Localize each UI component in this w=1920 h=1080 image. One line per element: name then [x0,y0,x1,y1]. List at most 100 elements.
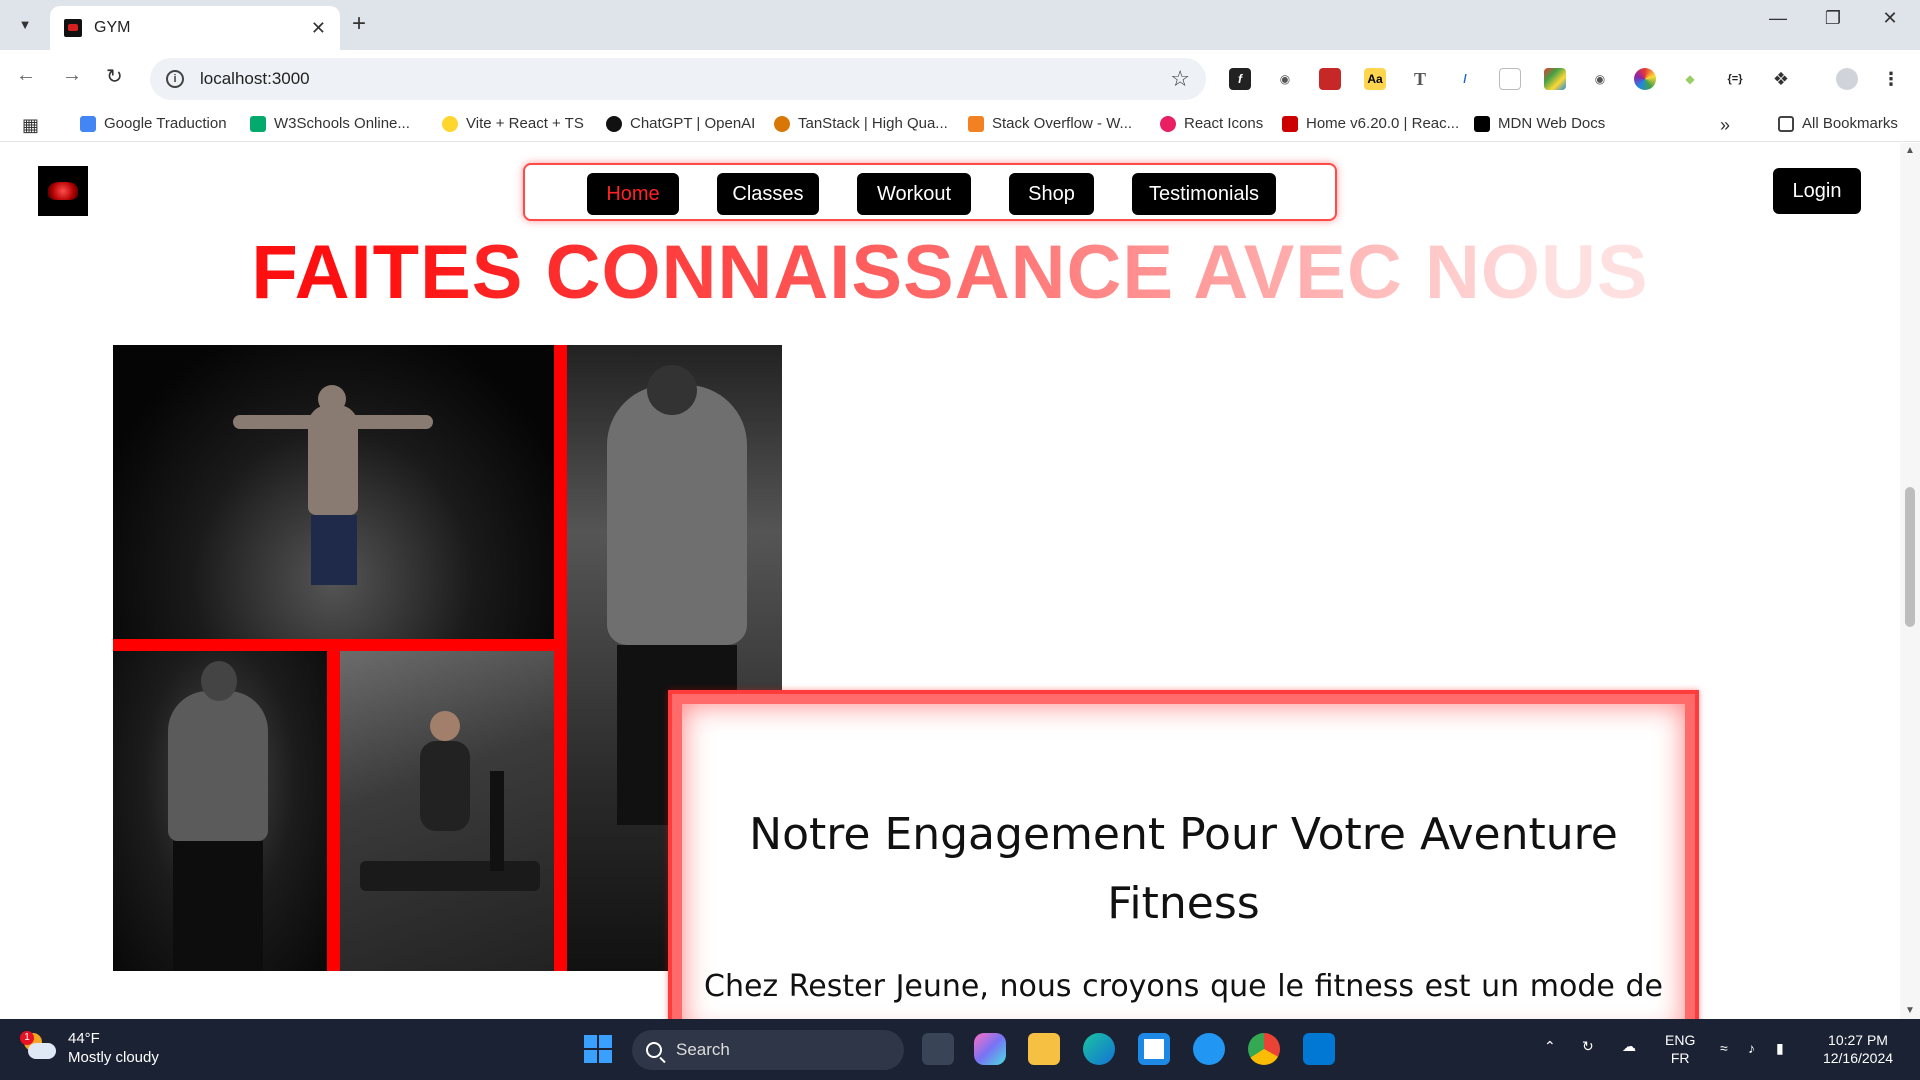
taskbar-search-label: Search [676,1040,730,1059]
react-router-icon [1282,115,1298,132]
extension-json-icon[interactable]: {=} [1724,68,1746,90]
react-icons-icon [1160,115,1176,132]
bookmark-mdn[interactable]: MDN Web Docs [1474,115,1605,132]
nav-home[interactable]: Home [587,173,679,215]
extension-bug-icon[interactable]: ◉ [1274,68,1296,90]
microsoft-store-icon[interactable] [1138,1033,1170,1065]
stackoverflow-icon [968,115,984,132]
scroll-thumb[interactable] [1905,487,1915,627]
bookmark-stackoverflow[interactable]: Stack Overflow - W... [968,115,1132,132]
nav-shop[interactable]: Shop [1009,173,1094,215]
taskbar-search[interactable]: Search [632,1030,904,1070]
edge-browser-icon[interactable] [1083,1033,1115,1065]
windows-taskbar: 1 44°F Mostly cloudy Search ⌃ ↻ ☁ ENG FR… [0,1019,1920,1080]
bookmark-star-icon[interactable]: ☆ [1170,66,1190,92]
extension-text-icon[interactable]: T [1409,68,1431,90]
weather-desc: Mostly cloudy [68,1049,159,1066]
clock[interactable]: 10:27 PM 12/16/2024 [1810,1031,1906,1067]
cloudy-weather-icon: 1 [20,1031,56,1063]
extension-diamond-icon[interactable]: ◆ [1679,68,1701,90]
address-bar[interactable]: i localhost:3000 ☆ [150,58,1206,100]
tanstack-icon [774,115,790,132]
back-arrow-icon[interactable]: ← [16,64,36,87]
browser-menu-icon[interactable]: ⋮ [1880,68,1902,90]
mdn-icon [1474,115,1490,132]
bookmark-react-icons[interactable]: React Icons [1160,115,1263,132]
extension-colorful-icon[interactable] [1544,68,1566,90]
logo-emblem-icon [48,182,78,200]
language-indicator[interactable]: ENG FR [1665,1031,1695,1067]
bookmark-vite[interactable]: Vite + React + TS [442,115,584,132]
apps-grid-icon[interactable]: ▦ [22,115,39,136]
engagement-title: Notre Engagement Pour Votre Aventure Fit… [749,809,1618,929]
battery-icon[interactable]: ▮ [1776,1039,1784,1057]
vscode-icon[interactable] [1303,1033,1335,1065]
extension-colorwheel-icon[interactable] [1634,68,1656,90]
tab-title: GYM [94,19,131,36]
extension-fx-icon[interactable]: f [1229,68,1251,90]
photo-flex-pose [113,651,327,971]
show-hidden-icons-chevron[interactable]: ⌃ [1544,1037,1556,1055]
openai-icon [606,115,622,132]
weather-widget[interactable]: 1 44°F Mostly cloudy [20,1029,159,1067]
weather-temp: 44°F [68,1030,100,1047]
new-tab-button[interactable]: + [352,10,366,38]
vite-icon [442,115,458,132]
login-button[interactable]: Login [1773,168,1861,214]
file-explorer-icon[interactable] [1028,1033,1060,1065]
hero-title: FAITES CONNAISSANCE AVEC NOUS [0,229,1900,316]
folder-icon [1778,115,1794,132]
engagement-text: Chez Rester Jeune, nous croyons que le f… [704,969,1663,1004]
bookmark-chatgpt[interactable]: ChatGPT | OpenAI [606,115,755,132]
windows-start-icon[interactable] [584,1035,612,1063]
photo-treadmill [340,651,554,971]
nav-testimonials[interactable]: Testimonials [1132,173,1276,215]
all-bookmarks-folder[interactable]: All Bookmarks [1778,115,1898,132]
extension-dictionary-icon[interactable]: Aa [1364,68,1386,90]
w3schools-icon [250,115,266,132]
restore-window-button[interactable]: ❐ [1813,8,1853,29]
task-view-icon[interactable] [922,1033,954,1065]
nav-classes[interactable]: Classes [717,173,819,215]
minimize-window-button[interactable]: — [1758,8,1798,29]
tab-search-button[interactable]: ▼ [10,9,40,39]
page-scrollbar[interactable]: ▲ ▼ [1900,143,1920,1019]
profile-avatar-icon[interactable] [1836,68,1858,90]
bookmark-tanstack[interactable]: TanStack | High Qua... [774,115,948,132]
bookmark-google-traduction[interactable]: Google Traduction [80,115,227,132]
bookmark-w3schools[interactable]: W3Schools Online... [250,115,410,132]
nav-workout[interactable]: Workout [857,173,971,215]
volume-icon[interactable]: ♪ [1748,1039,1755,1057]
extension-red-icon[interactable] [1319,68,1341,90]
extension-pen-icon[interactable]: / [1454,68,1476,90]
gym-logo[interactable] [38,166,88,216]
page-viewport: Home Classes Workout Shop Testimonials L… [0,143,1900,1019]
bookmarks-bar: ▦ Google Traduction W3Schools Online... … [0,108,1920,142]
sync-icon[interactable]: ↻ [1582,1037,1594,1055]
close-window-button[interactable]: ✕ [1870,8,1910,29]
chrome-icon[interactable] [1248,1033,1280,1065]
extension-bug2-icon[interactable]: ◉ [1589,68,1611,90]
engagement-card: Notre Engagement Pour Votre Aventure Fit… [668,690,1699,1019]
close-tab-icon[interactable]: ✕ [311,18,326,39]
browser-tab-strip: ▼ GYM ✕ + — ❐ ✕ [0,0,1920,50]
url-text[interactable]: localhost:3000 [200,69,1170,89]
reload-icon[interactable]: ↻ [106,64,123,89]
photo-cable-crossover [113,345,554,639]
wifi-icon[interactable]: ≈ [1720,1039,1728,1057]
help-icon[interactable] [1193,1033,1225,1065]
forward-arrow-icon[interactable]: → [62,64,82,87]
google-translate-icon [80,115,96,132]
extension-calendar-icon[interactable] [1499,68,1521,90]
more-bookmarks-chevron-icon[interactable]: » [1720,115,1730,136]
site-info-icon[interactable]: i [166,70,184,88]
browser-tab-active[interactable]: GYM ✕ [50,6,340,50]
extensions-puzzle-icon[interactable]: ❖ [1770,68,1792,90]
bookmark-react-router[interactable]: Home v6.20.0 | Reac... [1282,115,1459,132]
cloud-offline-icon[interactable]: ☁ [1622,1037,1636,1055]
copilot-icon[interactable] [974,1033,1006,1065]
scroll-down-arrow-icon[interactable]: ▼ [1905,1005,1915,1016]
site-favicon-icon [64,19,82,37]
search-icon [646,1042,662,1058]
scroll-up-arrow-icon[interactable]: ▲ [1905,145,1915,156]
